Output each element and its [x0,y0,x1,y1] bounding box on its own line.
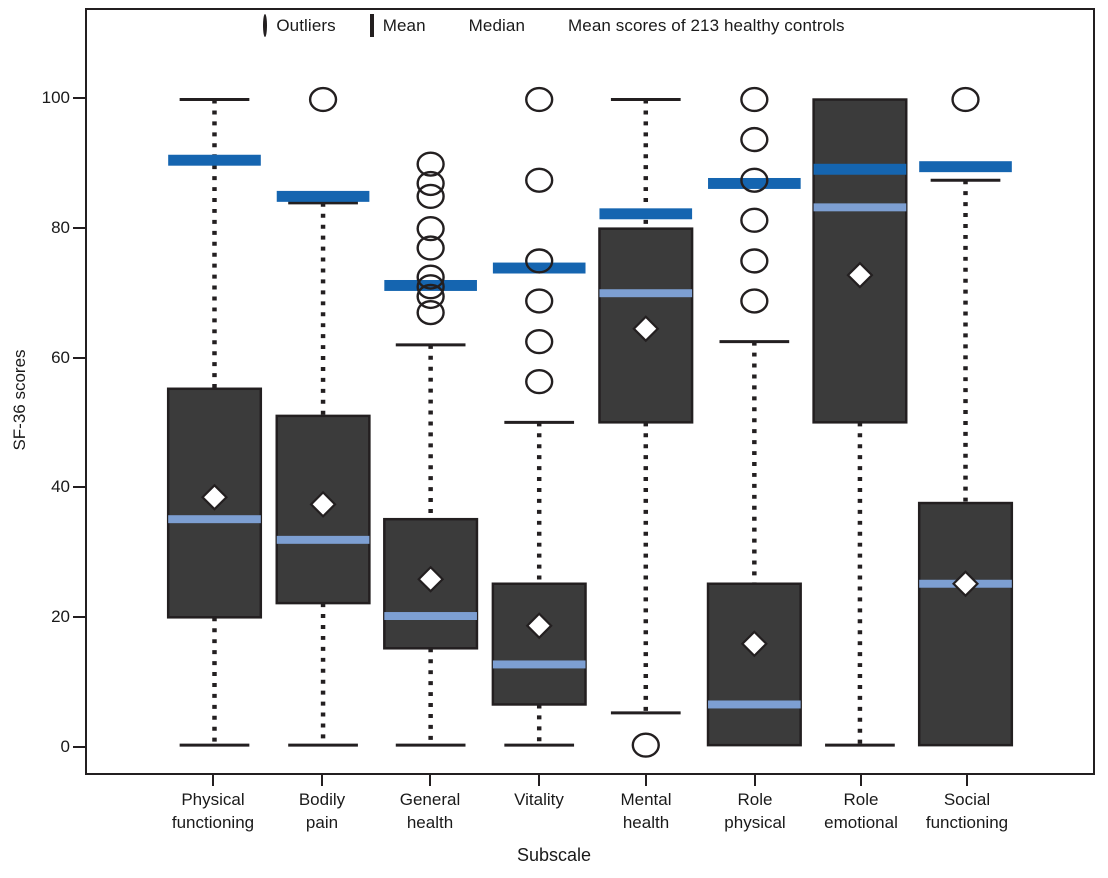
box-iqr [706,582,802,747]
x-tick-mark [645,775,647,786]
outlier-circle [525,288,554,314]
boxplot-group [598,98,694,758]
boxplot-group [166,98,263,747]
x-tick-label: Social functioning [925,790,1009,832]
outlier-circle [416,299,445,326]
outlier-circle [308,86,338,113]
boxplot-group [491,86,587,747]
boxplot-canvas [166,86,1014,758]
median-line [813,203,907,212]
box-iqr [491,582,587,706]
y-tick-mark [73,356,85,359]
plot-area [85,8,1095,775]
control-mean-line [599,208,693,220]
y-tick-label: 0 [60,737,70,756]
outlier-circle [416,183,445,210]
x-tick-label: Role emotional [824,790,898,832]
y-tick-mark [73,746,85,748]
x-tick-label: Bodily pain [298,790,346,832]
outlier-circle [740,207,769,233]
control-mean-line [708,177,801,189]
x-tick-label: General health [399,790,461,832]
median-line [384,612,477,621]
y-tick-mark [73,226,85,229]
y-tick-label: 60 [51,347,70,367]
outlier-circle [631,732,660,758]
median-line [599,289,693,298]
x-tick-label: Mental health [620,790,672,832]
y-tick-label: 20 [51,607,70,627]
y-tick-label: 40 [51,477,70,497]
x-tick-label: Physical functioning [171,790,255,832]
boxplot-group [917,86,1014,747]
x-tick-mark [538,775,540,786]
boxplot-group [383,151,479,747]
x-tick-label: Role physical [724,790,786,832]
outlier-circle [525,86,554,113]
control-mean-line [276,190,370,202]
y-tick-mark [73,486,85,489]
median-line [492,660,586,669]
x-tick-label: Vitality [514,790,564,809]
y-axis-title: SF-36 scores [10,349,29,451]
box-iqr [917,501,1014,747]
median-line [168,515,261,524]
boxplot-group [812,98,908,747]
x-tick-mark [860,775,862,786]
median-line [276,535,370,544]
x-tick-mark [429,775,431,786]
x-tick-mark [754,775,756,786]
outlier-circle [525,167,554,193]
boxplot-group [706,86,802,747]
control-mean-line [919,161,1012,173]
outlier-circle [740,126,769,153]
y-tick-mark [73,616,85,619]
boxplot-group [275,86,371,747]
control-mean-line [168,154,261,166]
x-tick-mark [212,775,214,786]
y-tick-label: 80 [51,217,70,237]
median-line [708,700,801,709]
x-tick-mark [966,775,968,786]
outlier-circle [740,248,769,274]
outlier-circle [740,86,769,113]
x-tick-mark [321,775,323,786]
x-axis-title: Subscale [516,845,592,865]
sf36-boxplot-figure: 0 20 40 60 80 100 SF-36 scores Outliers Mean Me… [0,0,1108,878]
outlier-circle [740,288,769,314]
outlier-circle [525,329,554,355]
outlier-circle [525,369,554,395]
y-tick-label: 100 [41,88,70,107]
control-mean-line [813,163,907,175]
box-iqr [812,98,908,424]
y-tick-mark [73,97,85,99]
outlier-circle [951,86,980,113]
